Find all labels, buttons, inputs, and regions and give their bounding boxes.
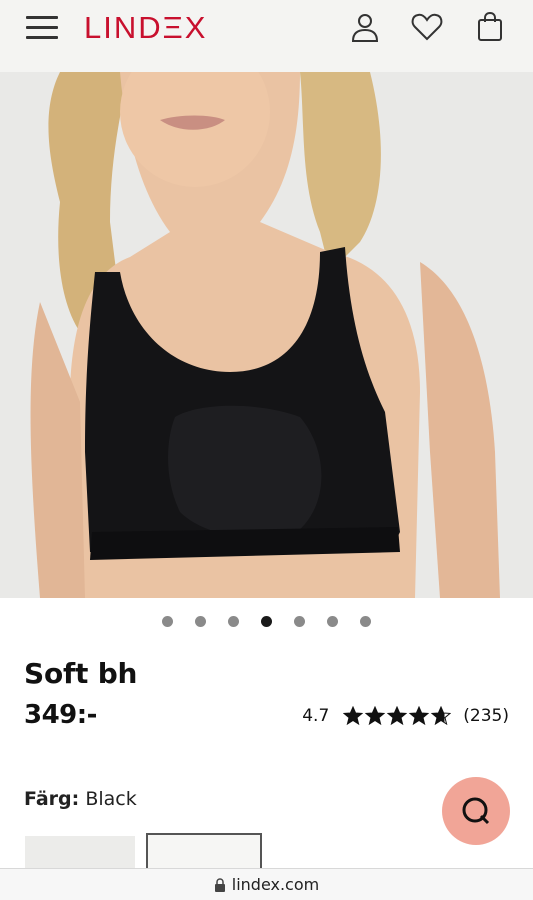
menu-button[interactable] xyxy=(24,14,60,42)
carousel-dot[interactable] xyxy=(261,615,272,627)
star-icon xyxy=(343,706,364,726)
star-icon xyxy=(431,706,452,726)
star-icon xyxy=(365,706,386,726)
carousel-dot[interactable] xyxy=(327,615,338,627)
carousel-dot[interactable] xyxy=(228,615,239,627)
bag-icon[interactable] xyxy=(473,10,507,44)
chat-icon xyxy=(462,797,490,825)
heart-icon[interactable] xyxy=(410,10,444,44)
star-icon xyxy=(387,706,408,726)
url-text: lindex.com xyxy=(231,875,320,894)
image-carousel-dots xyxy=(0,598,533,644)
color-selector-label: Färg: Black xyxy=(24,788,137,810)
lock-icon xyxy=(214,877,225,892)
carousel-dot[interactable] xyxy=(294,615,305,627)
carousel-dot[interactable] xyxy=(162,615,173,627)
product-image[interactable] xyxy=(0,72,533,598)
menu-icon-line xyxy=(26,26,58,29)
color-value: Black xyxy=(85,788,137,810)
carousel-dot[interactable] xyxy=(360,615,371,627)
review-count: (235) xyxy=(463,706,509,726)
brand-logo[interactable]: LINDΞX xyxy=(84,10,207,46)
browser-url-bar[interactable]: lindex.com xyxy=(0,868,533,900)
carousel-dot[interactable] xyxy=(195,615,206,627)
chat-button[interactable] xyxy=(442,777,510,845)
account-icon[interactable] xyxy=(348,10,382,44)
rating-score: 4.7 xyxy=(302,706,330,726)
product-title: Soft bh xyxy=(24,657,138,690)
product-price: 349:- xyxy=(24,700,97,730)
site-header: LINDΞX xyxy=(0,0,533,72)
color-label: Färg: xyxy=(24,788,80,810)
star-icon xyxy=(409,706,430,726)
product-rating[interactable]: 4.7 (235) xyxy=(302,706,509,726)
menu-icon-line xyxy=(26,16,58,19)
rating-stars xyxy=(343,706,452,726)
model-photo xyxy=(0,72,533,598)
menu-icon-line xyxy=(26,36,58,39)
